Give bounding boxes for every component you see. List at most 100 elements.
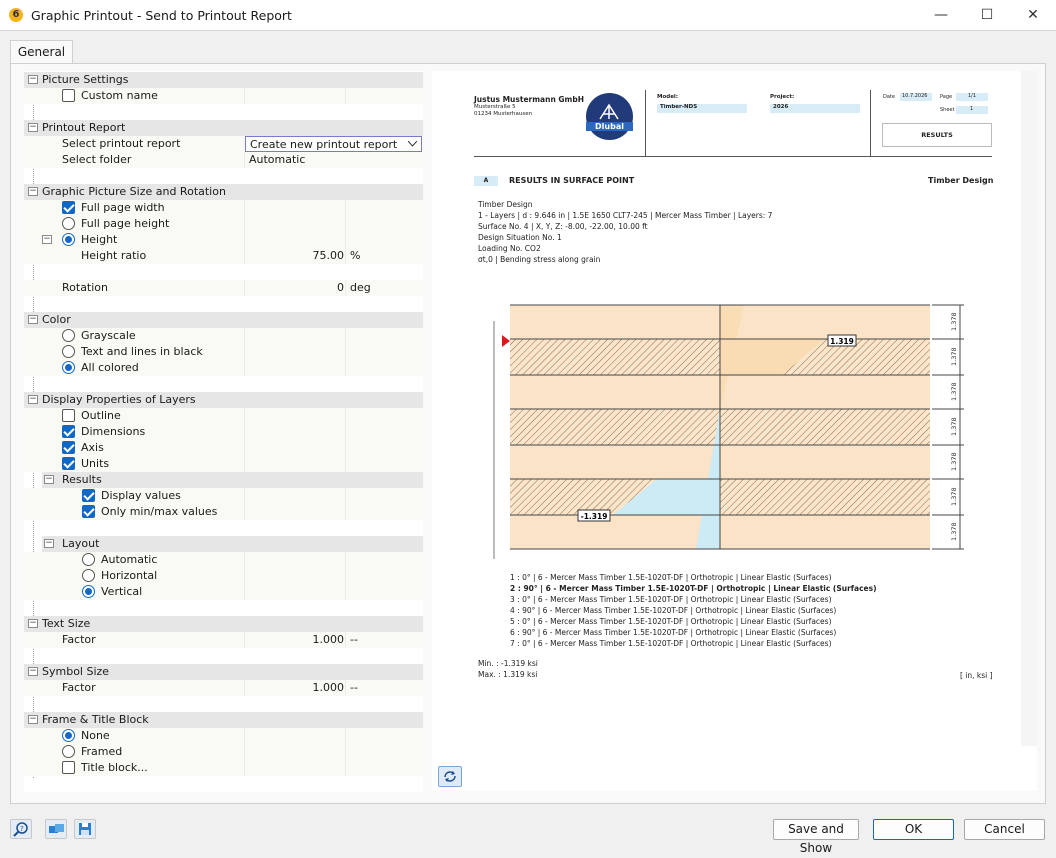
row-layout-vertical[interactable]: Vertical xyxy=(24,584,423,600)
all-colored-radio[interactable] xyxy=(62,361,75,374)
row-only-minmax[interactable]: Only min/max values xyxy=(24,504,423,520)
page-label: Page xyxy=(940,94,953,100)
height-radio[interactable] xyxy=(62,233,75,246)
group-layout[interactable]: − Layout xyxy=(42,536,423,552)
stress-diagram: 1.319 -1.319 1.378 1.378 1.378 1.378 1.3… xyxy=(493,304,964,559)
select-report-dropdown[interactable]: Create new printout report xyxy=(245,136,422,152)
units-summary: [ in, ksi ] xyxy=(960,671,993,680)
collapse-icon[interactable]: − xyxy=(28,75,38,84)
row-layout-horizontal[interactable]: Horizontal xyxy=(24,568,423,584)
tab-general[interactable]: General xyxy=(10,40,73,64)
select-folder-value[interactable]: Automatic xyxy=(249,153,305,166)
row-display-values[interactable]: Display values xyxy=(24,488,423,504)
full-height-radio[interactable] xyxy=(62,217,75,230)
settings-tree: − Picture Settings Custom name − Printou… xyxy=(24,71,423,792)
row-full-width[interactable]: Full page width xyxy=(24,200,423,216)
cancel-button[interactable]: Cancel xyxy=(964,819,1045,840)
row-height[interactable]: − Height xyxy=(24,232,423,248)
row-select-folder: Select folder Automatic xyxy=(24,152,423,168)
collapse-icon[interactable]: − xyxy=(28,715,38,724)
collapse-icon[interactable]: − xyxy=(28,619,38,628)
collapse-icon[interactable]: − xyxy=(28,395,38,404)
row-text-black[interactable]: Text and lines in black xyxy=(24,344,423,360)
save-settings-button[interactable] xyxy=(74,819,96,839)
row-outline[interactable]: Outline xyxy=(24,408,423,424)
row-dimensions[interactable]: Dimensions xyxy=(24,424,423,440)
height-label: Height xyxy=(81,233,118,246)
row-axis[interactable]: Axis xyxy=(24,440,423,456)
row-custom-name[interactable]: Custom name xyxy=(24,88,423,104)
row-full-height[interactable]: Full page height xyxy=(24,216,423,232)
group-label: Layout xyxy=(62,537,100,550)
close-button[interactable]: ✕ xyxy=(1010,0,1056,31)
group-label: Printout Report xyxy=(42,121,126,134)
ok-button[interactable]: OK xyxy=(873,819,954,840)
display-values-checkbox[interactable] xyxy=(82,489,95,502)
company-street: Musterstraße 5 xyxy=(474,104,516,110)
height-ratio-input[interactable]: 75.00 xyxy=(313,249,345,262)
max-summary: Max. : 1.319 ksi xyxy=(478,670,538,679)
date-label: Date xyxy=(883,94,895,100)
group-text-size[interactable]: − Text Size xyxy=(24,616,423,632)
save-and-show-button[interactable]: Save and Show xyxy=(773,819,859,855)
outline-checkbox[interactable] xyxy=(62,409,75,422)
dimensions-checkbox[interactable] xyxy=(62,425,75,438)
layer-legend-item: 6 : 90° | 6 - Mercer Mass Timber 1.5E-10… xyxy=(510,628,837,637)
full-width-label: Full page width xyxy=(81,201,165,214)
layout-vertical-radio[interactable] xyxy=(82,585,95,598)
group-frame[interactable]: − Frame & Title Block xyxy=(24,712,423,728)
print-settings-button[interactable] xyxy=(45,819,67,839)
dimensions-label: Dimensions xyxy=(81,425,146,438)
frame-none-label: None xyxy=(81,729,110,742)
units-checkbox[interactable] xyxy=(62,457,75,470)
maximize-button[interactable]: ☐ xyxy=(964,0,1010,31)
help-button[interactable]: ? xyxy=(10,819,32,839)
row-frame-none[interactable]: None xyxy=(24,728,423,744)
row-grayscale[interactable]: Grayscale xyxy=(24,328,423,344)
frame-framed-radio[interactable] xyxy=(62,745,75,758)
group-printout-report[interactable]: − Printout Report xyxy=(24,120,423,136)
minimize-button[interactable]: — xyxy=(918,0,964,31)
group-picture-settings[interactable]: − Picture Settings xyxy=(24,72,423,88)
group-layers[interactable]: − Display Properties of Layers xyxy=(24,392,423,408)
row-frame-framed[interactable]: Framed xyxy=(24,744,423,760)
refresh-preview-button[interactable] xyxy=(438,766,462,787)
collapse-icon[interactable]: − xyxy=(28,187,38,196)
max-value-label: 1.319 xyxy=(830,337,854,346)
collapse-icon[interactable]: − xyxy=(44,475,54,484)
row-layout-automatic[interactable]: Automatic xyxy=(24,552,423,568)
symbol-factor-label: Factor xyxy=(62,681,96,694)
grayscale-radio[interactable] xyxy=(62,329,75,342)
group-symbol-size[interactable]: − Symbol Size xyxy=(24,664,423,680)
group-label: Symbol Size xyxy=(42,665,110,678)
group-size-rotation[interactable]: − Graphic Picture Size and Rotation xyxy=(24,184,423,200)
layout-automatic-label: Automatic xyxy=(101,553,158,566)
preview-scrollbar[interactable] xyxy=(1021,71,1037,746)
collapse-icon[interactable]: − xyxy=(42,235,52,244)
full-width-checkbox[interactable] xyxy=(62,201,75,214)
layout-horizontal-radio[interactable] xyxy=(82,569,95,582)
info-line: 1 - Layers | d : 9.646 in | 1.5E 1650 CL… xyxy=(478,211,773,220)
text-factor-input[interactable]: 1.000 xyxy=(313,633,345,646)
app-icon: 6 xyxy=(9,8,23,22)
collapse-icon[interactable]: − xyxy=(44,539,54,548)
only-minmax-checkbox[interactable] xyxy=(82,505,95,518)
group-results[interactable]: − Results xyxy=(42,472,423,488)
row-title-block[interactable]: Title block... xyxy=(24,760,423,776)
layout-automatic-radio[interactable] xyxy=(82,553,95,566)
collapse-icon[interactable]: − xyxy=(28,315,38,324)
collapse-icon[interactable]: − xyxy=(28,667,38,676)
group-color[interactable]: − Color xyxy=(24,312,423,328)
row-all-colored[interactable]: All colored xyxy=(24,360,423,376)
rotation-input[interactable]: 0 xyxy=(337,281,344,294)
axis-checkbox[interactable] xyxy=(62,441,75,454)
model-label: Model: xyxy=(657,94,679,100)
collapse-icon[interactable]: − xyxy=(28,123,38,132)
title-block-checkbox[interactable] xyxy=(62,761,75,774)
text-black-radio[interactable] xyxy=(62,345,75,358)
select-folder-label: Select folder xyxy=(62,153,132,166)
frame-none-radio[interactable] xyxy=(62,729,75,742)
row-units[interactable]: Units xyxy=(24,456,423,472)
symbol-factor-input[interactable]: 1.000 xyxy=(313,681,345,694)
custom-name-checkbox[interactable] xyxy=(62,89,75,102)
